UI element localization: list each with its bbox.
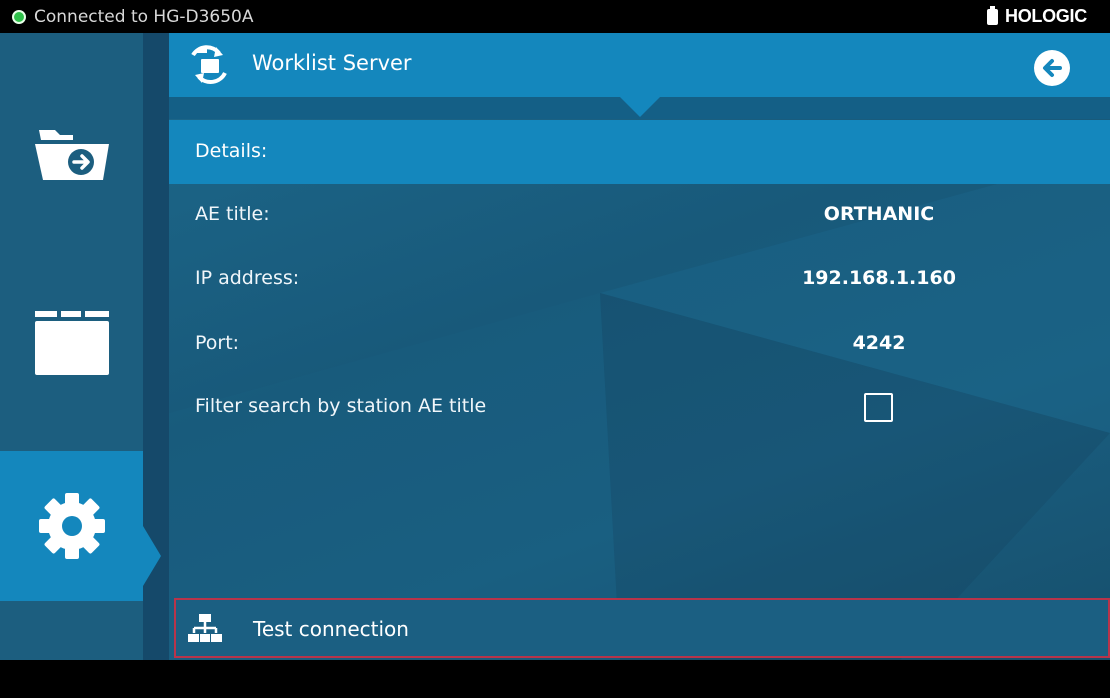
bottom-bar <box>0 660 1110 698</box>
filter-checkbox[interactable] <box>864 393 893 422</box>
ip-address-row: IP address: 192.168.1.160 <box>169 255 1110 305</box>
battery-icon <box>987 6 998 25</box>
header-notch <box>620 97 660 117</box>
sidebar-item-settings[interactable] <box>0 451 143 601</box>
gear-icon <box>38 493 105 559</box>
ip-address-value-text: 192.168.1.160 <box>802 267 956 289</box>
folder-icon <box>34 311 109 375</box>
status-bar: Connected to HG-D3650A HOLOGIC <box>0 0 1110 33</box>
port-value-text: 4242 <box>852 332 906 354</box>
app-area: Worklist Server Details: AE title: ORTHA… <box>0 33 1110 660</box>
port-row: Port: 4242 <box>169 320 1110 370</box>
test-connection-button[interactable]: Test connection <box>174 598 1110 658</box>
active-indicator <box>143 526 161 586</box>
test-connection-label: Test connection <box>253 617 409 641</box>
connection-status-text: Connected to HG-D3650A <box>34 7 254 27</box>
connection-status-icon <box>12 10 26 24</box>
sidebar-item-open[interactable] <box>0 73 143 233</box>
network-icon <box>188 614 222 642</box>
ae-title-value-text: ORTHANIC <box>823 203 935 225</box>
worklist-server-icon <box>191 45 227 84</box>
brand-logo: HOLOGIC <box>1005 6 1087 26</box>
details-heading: Details: <box>195 140 268 162</box>
arrow-left-icon <box>1043 59 1062 77</box>
filter-label: Filter search by station AE title <box>195 395 487 417</box>
port-label: Port: <box>195 332 240 354</box>
ae-title-row: AE title: ORTHANIC <box>169 191 1110 241</box>
ae-title-label: AE title: <box>195 203 270 225</box>
filter-row: Filter search by station AE title <box>169 383 1110 433</box>
sidebar-item-files[interactable] <box>0 263 143 423</box>
folder-arrow-icon <box>34 130 109 180</box>
details-section-header: Details: <box>169 120 1110 184</box>
back-button[interactable] <box>1034 50 1070 86</box>
ip-address-label: IP address: <box>195 267 300 289</box>
page-title: Worklist Server <box>252 51 412 75</box>
header: Worklist Server <box>169 33 1110 97</box>
